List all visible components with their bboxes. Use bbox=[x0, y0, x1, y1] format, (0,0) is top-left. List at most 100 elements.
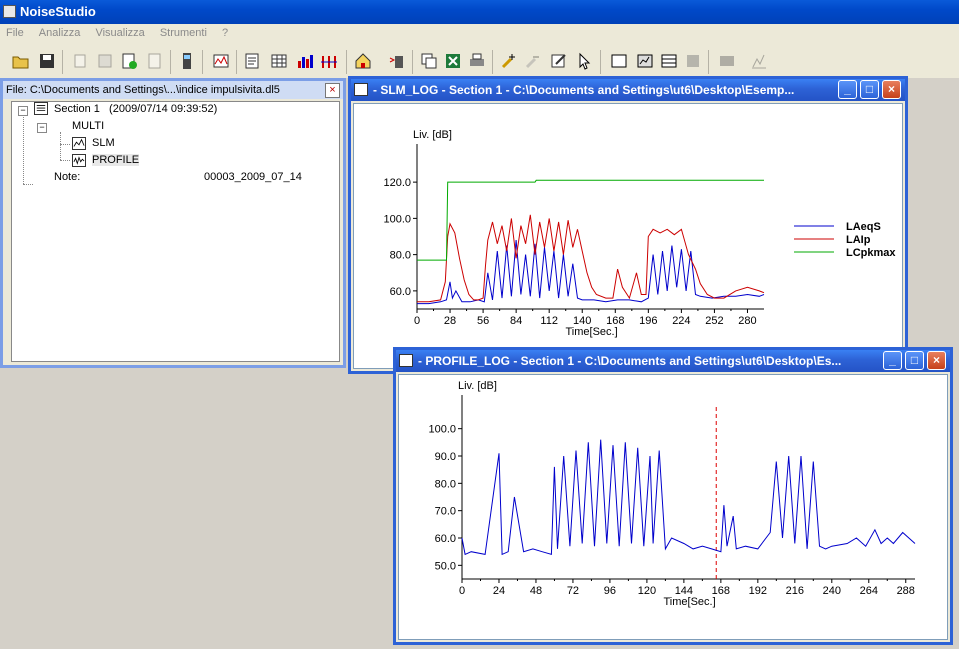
y-tick-label: 60.0 bbox=[390, 286, 411, 298]
toolbar bbox=[0, 44, 959, 79]
profile-chart-icon bbox=[72, 154, 86, 167]
tree-item-profile[interactable]: PROFILE bbox=[92, 154, 140, 166]
zoom-in-icon[interactable] bbox=[500, 52, 518, 70]
menu-help[interactable]: ? bbox=[216, 24, 234, 42]
close-file-window-button[interactable]: × bbox=[325, 83, 340, 98]
legend-entry-lcpkmax: LCpkmax bbox=[846, 247, 896, 259]
edit-chart-icon[interactable] bbox=[550, 52, 568, 70]
tree-item-multi[interactable]: MULTI bbox=[72, 120, 104, 132]
open-folder-icon[interactable] bbox=[12, 52, 30, 70]
tree-item-slm[interactable]: SLM bbox=[92, 137, 115, 149]
menu-strumenti[interactable]: Strumenti bbox=[154, 24, 213, 42]
spectrum-icon[interactable] bbox=[296, 52, 314, 70]
x-tick-label: 0 bbox=[414, 315, 420, 327]
pointer-icon[interactable] bbox=[576, 52, 594, 70]
stop-icon[interactable] bbox=[684, 52, 702, 70]
close-button[interactable]: × bbox=[882, 80, 901, 99]
maximize-button[interactable]: □ bbox=[860, 80, 879, 99]
table-icon[interactable] bbox=[270, 52, 288, 70]
instrument-icon[interactable] bbox=[388, 52, 406, 70]
y-axis-label: Liv. [dB] bbox=[413, 129, 452, 141]
section-icon bbox=[34, 102, 48, 115]
slm-window-title: - SLM_LOG - Section 1 - C:\Documents and… bbox=[373, 83, 795, 97]
save-icon[interactable] bbox=[38, 52, 56, 70]
minimize-button[interactable]: _ bbox=[838, 80, 857, 99]
zoom-out-icon[interactable] bbox=[524, 52, 542, 70]
duplicate-icon[interactable] bbox=[420, 52, 438, 70]
device-icon[interactable] bbox=[178, 52, 196, 70]
x-tick-label: 280 bbox=[738, 315, 756, 327]
y-axis-label: Liv. [dB] bbox=[458, 380, 497, 392]
window-table-icon[interactable] bbox=[660, 52, 678, 70]
y-tick-label: 80.0 bbox=[390, 250, 411, 262]
file-tree: − Section 1 (2009/07/14 09:39:52) − MULT… bbox=[11, 101, 340, 362]
x-tick-label: 48 bbox=[530, 585, 542, 597]
statistics-icon[interactable] bbox=[750, 52, 768, 70]
app-icon bbox=[3, 5, 16, 18]
x-tick-label: 56 bbox=[477, 315, 489, 327]
slm-window-titlebar[interactable]: - SLM_LOG - Section 1 - C:\Documents and… bbox=[351, 79, 905, 101]
x-tick-label: 224 bbox=[672, 315, 690, 327]
y-tick-label: 80.0 bbox=[435, 478, 456, 490]
y-tick-label: 100.0 bbox=[428, 424, 456, 436]
home-icon[interactable] bbox=[354, 52, 372, 70]
x-tick-label: 0 bbox=[459, 585, 465, 597]
y-tick-label: 50.0 bbox=[435, 560, 456, 572]
file-window-title: File: C:\Documents and Settings\...\indi… bbox=[3, 81, 343, 99]
x-tick-label: 84 bbox=[510, 315, 522, 327]
analysis-icon[interactable] bbox=[212, 52, 230, 70]
app-title-bar: NoiseStudio bbox=[0, 0, 959, 24]
x-axis-label: Time[Sec.] bbox=[664, 596, 716, 608]
note-value: 00003_2009_07_14 bbox=[204, 171, 302, 183]
y-tick-label: 60.0 bbox=[435, 533, 456, 545]
menu-file[interactable]: File bbox=[0, 24, 30, 42]
x-tick-label: 72 bbox=[567, 585, 579, 597]
series-line-lcpkmax bbox=[417, 179, 764, 261]
slm-chart: Liv. [dB] Time[Sec.] 60.0 80.0 100.0 120.0 0 28… bbox=[383, 129, 896, 338]
add-document-icon[interactable] bbox=[120, 52, 138, 70]
excel-icon[interactable] bbox=[444, 52, 462, 70]
print-icon[interactable] bbox=[468, 52, 486, 70]
x-tick-label: 168 bbox=[606, 315, 624, 327]
slm-chart-area: Liv. [dB] Time[Sec.] 60.0 80.0 100.0 120.0 0 28… bbox=[353, 103, 903, 369]
report-icon[interactable] bbox=[244, 52, 262, 70]
x-tick-label: 96 bbox=[604, 585, 616, 597]
series-line-profile bbox=[461, 439, 916, 556]
window-icon[interactable] bbox=[610, 52, 628, 70]
x-tick-label: 192 bbox=[749, 585, 767, 597]
profile-chart: Liv. [dB] Time[Sec.] 50.0 60.0 70.0 80.0 90.0 1… bbox=[428, 380, 916, 608]
remove-document-icon[interactable] bbox=[146, 52, 164, 70]
export-icon[interactable] bbox=[718, 52, 736, 70]
window-chart-icon[interactable] bbox=[636, 52, 654, 70]
x-tick-label: 144 bbox=[675, 585, 693, 597]
slm-log-window: - SLM_LOG - Section 1 - C:\Documents and… bbox=[348, 76, 908, 374]
section-date: (2009/07/14 09:39:52) bbox=[109, 103, 218, 115]
slm-chart-icon bbox=[72, 137, 86, 150]
profile-log-window: - PROFILE_LOG - Section 1 - C:\Documents… bbox=[393, 347, 953, 645]
x-tick-label: 196 bbox=[639, 315, 657, 327]
legend-entry-laeqs: LAeqS bbox=[846, 221, 881, 233]
collapse-multi-button[interactable]: − bbox=[37, 123, 47, 133]
y-tick-label: 70.0 bbox=[435, 506, 456, 518]
profile-window-titlebar[interactable]: - PROFILE_LOG - Section 1 - C:\Documents… bbox=[396, 350, 950, 372]
series-line-laip bbox=[417, 214, 765, 303]
legend-entry-laip: LAIp bbox=[846, 234, 871, 246]
x-tick-label: 168 bbox=[712, 585, 730, 597]
x-tick-label: 140 bbox=[573, 315, 591, 327]
markers-icon[interactable] bbox=[320, 52, 338, 70]
close-button[interactable]: × bbox=[927, 351, 946, 370]
x-tick-label: 216 bbox=[786, 585, 804, 597]
y-tick-label: 120.0 bbox=[383, 177, 411, 189]
tree-item-section[interactable]: Section 1 (2009/07/14 09:39:52) bbox=[54, 103, 217, 115]
menu-analizza[interactable]: Analizza bbox=[33, 24, 87, 42]
file-tree-window: File: C:\Documents and Settings\...\indi… bbox=[0, 78, 346, 368]
x-tick-label: 28 bbox=[444, 315, 456, 327]
minimize-button[interactable]: _ bbox=[883, 351, 902, 370]
x-tick-label: 240 bbox=[823, 585, 841, 597]
paste-icon[interactable] bbox=[96, 52, 114, 70]
maximize-button[interactable]: □ bbox=[905, 351, 924, 370]
collapse-section-button[interactable]: − bbox=[18, 106, 28, 116]
menu-visualizza[interactable]: Visualizza bbox=[89, 24, 150, 42]
chart-window-icon bbox=[354, 83, 368, 96]
copy-icon[interactable] bbox=[72, 52, 90, 70]
